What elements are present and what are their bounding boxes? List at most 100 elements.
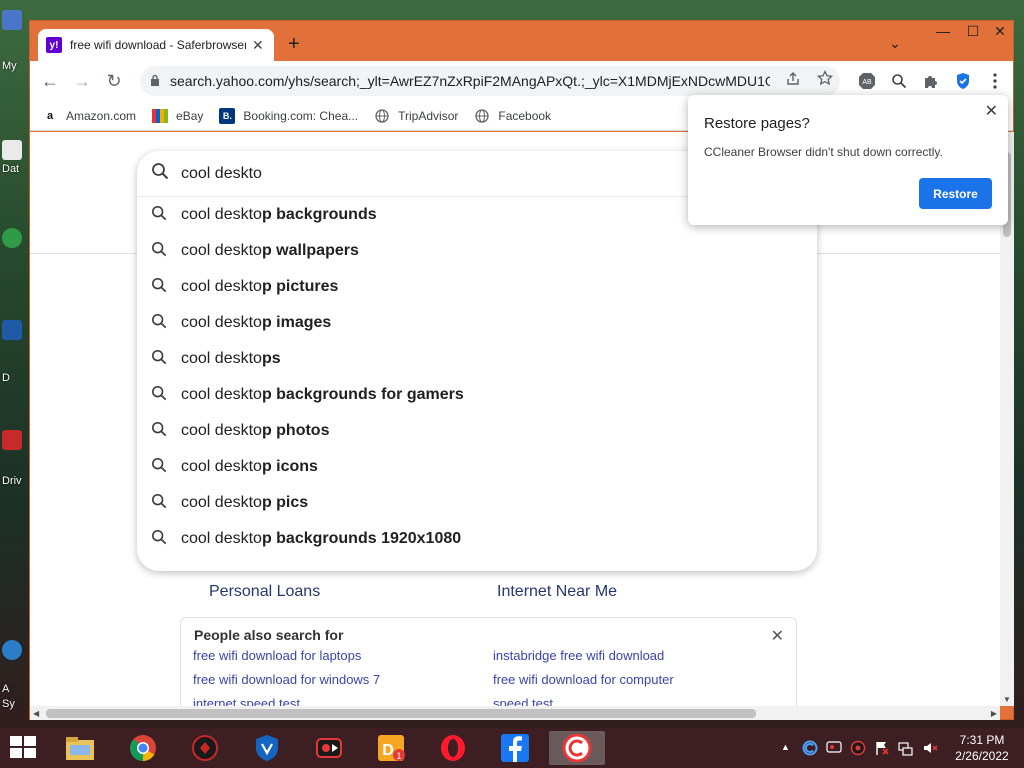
share-icon[interactable] xyxy=(785,71,801,91)
search-icon xyxy=(151,205,181,226)
bookmark-ebay[interactable]: eBay xyxy=(152,108,203,124)
new-tab-button[interactable]: + xyxy=(288,33,300,56)
related-search-link[interactable]: internet speed test xyxy=(193,696,300,706)
bookmark-label: eBay xyxy=(176,108,204,123)
bookmark-booking[interactable]: B. Booking.com: Chea... xyxy=(219,107,358,124)
restore-pages-popup: Restore pages? ✕ CCleaner Browser didn't… xyxy=(688,95,1008,225)
suggestion-prefix: cool deskto xyxy=(181,422,262,439)
clock-date: 2/26/2022 xyxy=(955,749,1009,763)
network-icon[interactable] xyxy=(898,740,914,759)
screen-recorder-icon[interactable] xyxy=(311,731,347,765)
close-icon[interactable]: ✕ xyxy=(771,626,784,646)
suggestion-prefix: cool deskto xyxy=(181,494,262,511)
related-link-personal-loans[interactable]: Personal Loans xyxy=(209,583,320,601)
ccleaner-tray-icon[interactable] xyxy=(802,740,818,759)
close-window-button[interactable]: ✕ xyxy=(985,23,1015,40)
suggestion-completion: p images xyxy=(261,314,332,331)
back-button[interactable]: ← xyxy=(34,65,66,97)
suggestion-prefix: cool deskto xyxy=(181,458,262,475)
desktop-icon-app[interactable] xyxy=(0,640,22,680)
people-also-search-card: People also search for ✕ free wifi downl… xyxy=(180,617,797,706)
suggestion-item[interactable]: cool desktop backgrounds for gamers xyxy=(137,377,817,413)
bookmark-amazon[interactable]: a Amazon.com xyxy=(42,108,136,124)
game-booster-icon[interactable] xyxy=(187,731,223,765)
horizontal-scrollbar[interactable]: ◀ ▶ xyxy=(30,706,1000,720)
tab-active[interactable]: y! free wifi download - Saferbrowser ✕ xyxy=(38,29,274,61)
vpn-shield-icon[interactable] xyxy=(249,731,285,765)
tab-search-icon[interactable]: ⌄ xyxy=(880,35,910,52)
scroll-down-arrow-icon[interactable]: ▼ xyxy=(1003,695,1011,704)
search-icon xyxy=(151,162,181,185)
desktop-icon-driver[interactable] xyxy=(0,430,22,470)
suggestion-prefix: cool deskto xyxy=(181,314,262,331)
suggestion-item[interactable]: cool desktop pictures xyxy=(137,269,817,305)
desktop-label: My xyxy=(2,60,17,72)
facebook-icon[interactable] xyxy=(497,731,533,765)
globe-icon xyxy=(474,108,490,124)
search-icon xyxy=(151,457,181,478)
suggestion-item[interactable]: cool desktop wallpapers xyxy=(137,233,817,269)
suggestion-item[interactable]: cool desktops xyxy=(137,341,817,377)
suggestion-text: cool desktop wallpapers xyxy=(181,242,359,260)
suggestion-item[interactable]: cool desktop pics xyxy=(137,485,817,521)
related-search-link[interactable]: free wifi download for windows 7 xyxy=(193,672,380,687)
menu-kebab-icon[interactable] xyxy=(985,71,1005,91)
related-search-link[interactable]: speed test xyxy=(493,696,553,706)
chrome-icon[interactable] xyxy=(125,731,161,765)
suggestion-item[interactable]: cool desktop backgrounds 1920x1080 xyxy=(137,521,817,557)
suggestion-prefix: cool deskto xyxy=(181,278,262,295)
horizontal-scroll-thumb[interactable] xyxy=(46,709,756,718)
related-search-link[interactable]: free wifi download for computer xyxy=(493,672,674,687)
file-explorer-icon[interactable] xyxy=(62,731,98,765)
desktop-icon-drive[interactable] xyxy=(0,320,22,360)
reload-button[interactable]: ↻ xyxy=(98,65,130,97)
minimize-button[interactable]: — xyxy=(928,23,958,39)
suggestion-item[interactable]: cool desktop icons xyxy=(137,449,817,485)
bookmark-facebook[interactable]: Facebook xyxy=(474,108,551,124)
windows-start-icon[interactable] xyxy=(10,736,38,760)
svg-text:AB: AB xyxy=(862,79,872,86)
suggestion-completion: p pictures xyxy=(261,278,339,295)
amazon-icon: a xyxy=(46,109,54,122)
booster-tray-icon[interactable] xyxy=(850,740,866,759)
zoom-icon[interactable] xyxy=(889,71,909,91)
address-bar[interactable]: search.yahoo.com/yhs/search;_ylt=AwrEZ7n… xyxy=(140,66,840,96)
restore-button[interactable]: Restore xyxy=(919,178,992,209)
flag-notification-icon[interactable] xyxy=(874,740,890,759)
suggestion-item[interactable]: cool desktop images xyxy=(137,305,817,341)
adblock-icon[interactable]: AB xyxy=(857,71,877,91)
bookmark-tripadvisor[interactable]: TripAdvisor xyxy=(374,108,458,124)
tab-close-icon[interactable]: ✕ xyxy=(252,37,264,54)
driver-updater-icon[interactable]: D1 xyxy=(373,731,409,765)
desktop-icon-my-computer[interactable] xyxy=(0,10,22,50)
forward-button[interactable]: → xyxy=(66,65,98,97)
related-search-link[interactable]: free wifi download for laptops xyxy=(193,648,361,663)
tab-title: free wifi download - Saferbrowser xyxy=(70,38,246,52)
volume-muted-icon[interactable] xyxy=(922,740,938,759)
close-icon[interactable]: ✕ xyxy=(985,101,998,121)
search-icon xyxy=(151,421,181,442)
shield-icon[interactable] xyxy=(953,71,973,91)
scroll-right-arrow-icon[interactable]: ▶ xyxy=(991,709,997,718)
bookmark-label: TripAdvisor xyxy=(398,108,459,123)
url-text[interactable]: search.yahoo.com/yhs/search;_ylt=AwrEZ7n… xyxy=(170,73,770,89)
ccleaner-browser-icon[interactable] xyxy=(549,731,605,765)
desktop-label: D xyxy=(2,372,10,384)
suggestion-prefix: cool deskto xyxy=(181,242,262,259)
suggestion-prefix: cool deskto xyxy=(181,350,262,367)
system-clock[interactable]: 7:31 PM 2/26/2022 xyxy=(947,732,1017,764)
suggestion-item[interactable]: cool desktop photos xyxy=(137,413,817,449)
opera-icon[interactable] xyxy=(435,731,471,765)
desktop-icon-chrome[interactable] xyxy=(0,228,22,268)
related-search-link[interactable]: instabridge free wifi download xyxy=(493,648,664,663)
related-link-internet-near-me[interactable]: Internet Near Me xyxy=(497,583,617,601)
tray-expand-icon[interactable]: ▲ xyxy=(781,742,790,752)
extensions-icon[interactable] xyxy=(921,71,941,91)
scroll-left-arrow-icon[interactable]: ◀ xyxy=(33,709,39,718)
bookmark-star-icon[interactable] xyxy=(816,69,834,90)
maximize-button[interactable]: ☐ xyxy=(958,23,988,40)
desktop-label: Sy xyxy=(2,698,15,710)
recorder-tray-icon[interactable] xyxy=(826,740,842,757)
people-also-search-title: People also search for xyxy=(194,627,344,643)
lock-icon[interactable] xyxy=(150,74,160,89)
